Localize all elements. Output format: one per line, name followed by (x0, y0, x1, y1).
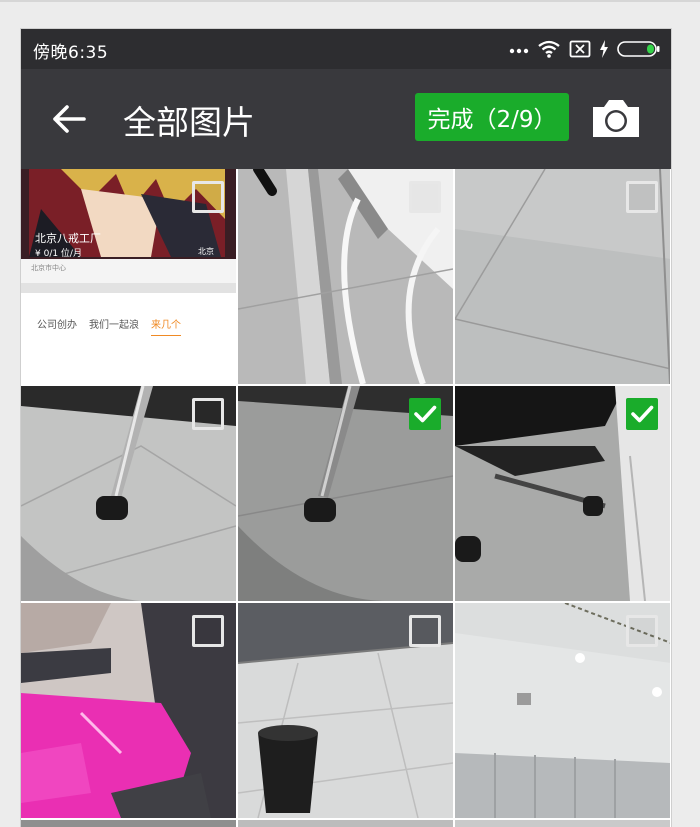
photo-tile[interactable]: 北京八戒工厂 ¥ 0/1 位/月 北京 北京市中心 公司创办 我们一起浪 来几个 (21, 169, 236, 384)
select-checkbox[interactable] (192, 181, 224, 213)
select-checkbox[interactable] (192, 398, 224, 430)
status-time: 傍晚6:35 (33, 43, 109, 63)
camera-button[interactable] (589, 95, 643, 143)
select-checkbox-checked[interactable] (626, 398, 658, 430)
select-checkbox[interactable] (626, 615, 658, 647)
card-tab-active: 来几个 (151, 316, 181, 336)
card-location: 北京市中心 (31, 264, 66, 272)
back-button[interactable] (47, 97, 91, 141)
photo-grid: 北京八戒工厂 ¥ 0/1 位/月 北京 北京市中心 公司创办 我们一起浪 来几个 (21, 169, 671, 827)
status-bar: 傍晚6:35 (21, 29, 671, 69)
battery-icon (617, 41, 660, 57)
photo-tile[interactable] (21, 386, 236, 601)
arrow-left-icon (53, 105, 86, 133)
select-checkbox[interactable] (409, 181, 441, 213)
top-divider (0, 0, 700, 2)
charging-bolt-icon (600, 40, 608, 58)
check-icon (414, 405, 437, 423)
card-price: ¥ 0/1 位/月 (35, 249, 82, 259)
app-bar: 全部图片 完成（2/9） (21, 69, 671, 169)
card-title: 北京八戒工厂 (35, 232, 101, 245)
select-checkbox[interactable] (192, 615, 224, 647)
camera-icon (593, 100, 639, 137)
check-icon (631, 405, 654, 423)
page-title: 全部图片 (123, 103, 255, 142)
sim-off-icon (569, 40, 591, 58)
select-checkbox[interactable] (626, 181, 658, 213)
photo-tile[interactable] (455, 603, 670, 818)
select-checkbox-checked[interactable] (409, 398, 441, 430)
card-tabs: 公司创办 我们一起浪 来几个 (37, 316, 181, 336)
photo-tile[interactable] (238, 169, 453, 384)
card-city: 北京 (198, 247, 214, 256)
done-button[interactable]: 完成（2/9） (415, 93, 569, 141)
photo-tile[interactable] (238, 386, 453, 601)
phone-screen: 傍晚6:35 全部图片 完成（2/9） 北京八戒工厂 ¥ 0/1 位/月 北京 … (20, 28, 672, 827)
wifi-icon (538, 40, 560, 58)
select-checkbox[interactable] (409, 615, 441, 647)
photo-tile[interactable] (21, 603, 236, 818)
status-icons (509, 37, 661, 61)
photo-tile[interactable] (238, 603, 453, 818)
card-tab: 我们一起浪 (89, 320, 139, 331)
photo-tile[interactable] (455, 169, 670, 384)
more-dots-icon (509, 48, 529, 54)
photo-tile[interactable] (455, 386, 670, 601)
card-tab: 公司创办 (37, 320, 77, 331)
